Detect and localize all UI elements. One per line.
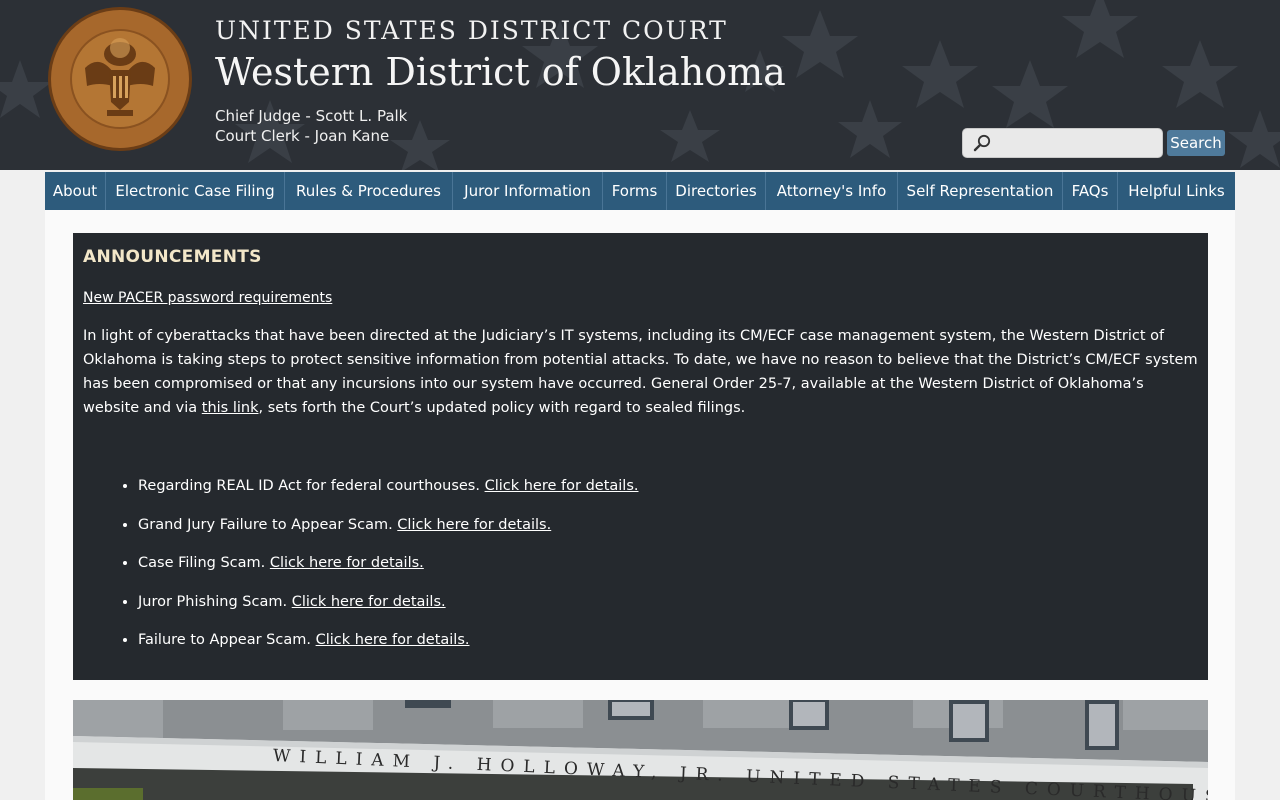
chief-judge: Chief Judge - Scott L. Palk [215, 107, 408, 125]
details-link[interactable]: Click here for details. [270, 555, 424, 571]
search-input[interactable] [997, 132, 1157, 154]
list-item-text: Failure to Appear Scam. [138, 632, 311, 648]
site-header: UNITED STATES DISTRICT COURT Western Dis… [0, 0, 1280, 170]
court-name: UNITED STATES DISTRICT COURT [215, 16, 728, 45]
list-item-text: Juror Phishing Scam. [138, 593, 288, 610]
list-item-text: Case Filing Scam. [138, 555, 266, 571]
search-box[interactable] [962, 128, 1163, 158]
announcements-title: ANNOUNCEMENTS [83, 247, 262, 267]
list-item: Regarding REAL ID Act for federal courth… [138, 476, 1198, 496]
list-item: Juror Phishing Scam. Click here for deta… [138, 592, 1198, 612]
nav-item-rules-procedures[interactable]: Rules & Procedures [285, 172, 453, 210]
announcement-body: In light of cyberattacks that have been … [83, 324, 1198, 420]
announcement-body-tail: , sets forth the Court’s updated policy … [258, 400, 746, 416]
details-link[interactable]: Click here for details. [316, 632, 470, 648]
list-item: Failure to Appear Scam. Click here for d… [138, 630, 1198, 650]
list-item: Grand Jury Failure to Appear Scam. Click… [138, 515, 1198, 535]
court-seal-icon[interactable] [47, 6, 193, 152]
nav-item-self-representation[interactable]: Self Representation [898, 172, 1063, 210]
nav-item-faqs[interactable]: FAQs [1063, 172, 1118, 210]
details-link[interactable]: Click here for details. [292, 594, 446, 610]
search-button[interactable]: Search [1167, 130, 1225, 156]
announcements-panel: ANNOUNCEMENTS New PACER password require… [73, 233, 1208, 680]
pacer-password-link[interactable]: New PACER password requirements [83, 290, 332, 306]
this-link[interactable]: this link [202, 400, 259, 416]
list-item-text: Regarding REAL ID Act for federal courth… [138, 478, 480, 494]
list-item: Case Filing Scam. Click here for details… [138, 553, 1198, 573]
list-item-text: Grand Jury Failure to Appear Scam. [138, 516, 393, 533]
announcement-list: Regarding REAL ID Act for federal courth… [138, 476, 1198, 650]
nav-item-helpful-links[interactable]: Helpful Links [1118, 172, 1235, 210]
courthouse-photo: WILLIAM J. HOLLOWAY, JR. UNITED STATES C… [73, 700, 1208, 800]
magnifier-icon [973, 134, 991, 152]
nav-item-directories[interactable]: Directories [667, 172, 766, 210]
nav-item-about[interactable]: About [45, 172, 106, 210]
details-link[interactable]: Click here for details. [397, 517, 551, 533]
main-nav: About Electronic Case Filing Rules & Pro… [45, 172, 1235, 210]
nav-item-forms[interactable]: Forms [603, 172, 667, 210]
details-link[interactable]: Click here for details. [485, 478, 639, 494]
nav-item-electronic-case-filing[interactable]: Electronic Case Filing [106, 172, 285, 210]
court-clerk: Court Clerk - Joan Kane [215, 127, 390, 145]
district-name[interactable]: Western District of Oklahoma [215, 50, 786, 94]
nav-item-attorneys-info[interactable]: Attorney's Info [766, 172, 898, 210]
nav-item-juror-information[interactable]: Juror Information [453, 172, 603, 210]
